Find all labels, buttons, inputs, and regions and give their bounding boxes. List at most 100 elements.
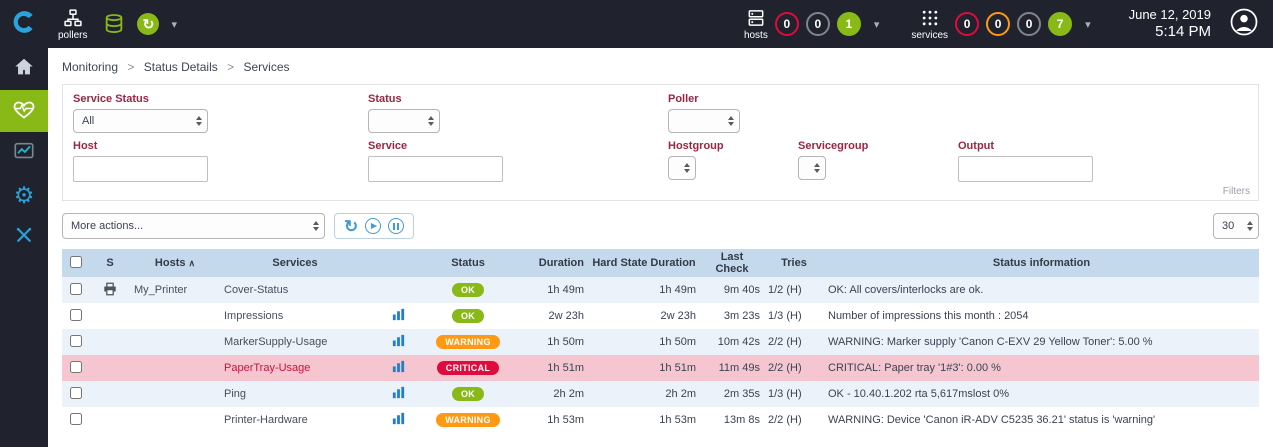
service-link[interactable]: Printer-Hardware <box>224 414 308 426</box>
services-ok-badge[interactable]: 7 <box>1048 12 1072 36</box>
graph-icon[interactable] <box>392 390 405 402</box>
last-check-cell: 10m 42s <box>700 329 764 355</box>
hosts-up-badge[interactable]: 1 <box>837 12 861 36</box>
service-status-value: All <box>82 115 94 127</box>
select-arrows-icon <box>313 221 319 231</box>
row-checkbox[interactable] <box>70 283 82 295</box>
hard-state-duration-cell: 1h 50m <box>588 329 700 355</box>
graph-icon[interactable] <box>392 338 405 350</box>
refresh-icon[interactable]: ↻ <box>344 218 358 235</box>
service-link[interactable]: PaperTray-Usage <box>224 362 310 374</box>
row-checkbox[interactable] <box>70 361 82 373</box>
poller-select[interactable] <box>668 109 740 133</box>
header-status[interactable]: Status <box>426 249 510 277</box>
table-row: MarkerSupply-Usage WARNING 1h 50m 1h 50m… <box>62 329 1259 355</box>
database-status-icon[interactable] <box>103 13 125 35</box>
chevron-down-icon[interactable]: ▾ <box>171 18 177 31</box>
row-checkbox[interactable] <box>70 387 82 399</box>
duration-cell: 2w 23h <box>510 303 588 329</box>
service-status-select[interactable]: All <box>73 109 208 133</box>
header-services[interactable]: Services <box>220 249 370 277</box>
service-link[interactable]: Ping <box>224 388 246 400</box>
current-date: June 12, 2019 <box>1129 7 1211 23</box>
poller-label: Poller <box>668 93 740 105</box>
service-table-body: My_Printer Cover-Status OK 1h 49m 1h 49m… <box>62 277 1259 433</box>
more-actions-select[interactable]: More actions... <box>62 213 325 239</box>
select-arrows-icon <box>196 116 202 126</box>
tries-cell: 1/3 (H) <box>764 381 824 407</box>
header-hosts-label: Hosts <box>155 257 186 269</box>
chevron-down-icon[interactable]: ▾ <box>874 18 880 31</box>
pause-icon[interactable] <box>388 218 404 234</box>
status-badge: WARNING <box>436 413 500 427</box>
pollers-menu[interactable]: pollers <box>58 8 87 41</box>
graph-icon[interactable] <box>392 364 405 376</box>
header-status-information[interactable]: Status information <box>824 249 1259 277</box>
page-size-value: 30 <box>1222 220 1234 232</box>
sidebar-item-reporting[interactable] <box>0 132 48 174</box>
service-link[interactable]: MarkerSupply-Usage <box>224 336 327 348</box>
row-checkbox[interactable] <box>70 335 82 347</box>
user-menu[interactable] <box>1229 7 1259 42</box>
service-link[interactable]: Impressions <box>224 310 283 322</box>
select-all-checkbox[interactable] <box>70 256 82 268</box>
servicegroup-select[interactable] <box>798 156 826 180</box>
services-critical-badge[interactable]: 0 <box>955 12 979 36</box>
hosts-unreachable-badge[interactable]: 0 <box>806 12 830 36</box>
sidebar-item-monitoring[interactable] <box>0 90 48 132</box>
graph-icon[interactable] <box>392 416 405 428</box>
status-badge: OK <box>452 387 484 401</box>
services-menu[interactable]: services <box>911 8 948 41</box>
status-information-cell: OK: All covers/interlocks are ok. <box>824 277 1259 303</box>
breadcrumb-status-details[interactable]: Status Details <box>144 60 218 74</box>
host-input[interactable] <box>73 156 208 182</box>
header-s[interactable]: S <box>90 249 130 277</box>
header-hard-state-duration[interactable]: Hard State Duration <box>588 249 700 277</box>
header-duration[interactable]: Duration <box>510 249 588 277</box>
page-size-select[interactable]: 30 <box>1213 213 1259 239</box>
breadcrumb-monitoring[interactable]: Monitoring <box>62 60 118 74</box>
host-link[interactable]: My_Printer <box>134 284 187 296</box>
tries-cell: 2/2 (H) <box>764 355 824 381</box>
last-check-cell: 11m 49s <box>700 355 764 381</box>
services-icon <box>920 8 940 28</box>
hostgroup-select[interactable] <box>668 156 696 180</box>
services-table: S Hosts∧ Services Status Duration Hard S… <box>62 249 1259 433</box>
sidebar-item-administration[interactable] <box>0 216 48 258</box>
status-badge: OK <box>452 309 484 323</box>
duration-cell: 1h 50m <box>510 329 588 355</box>
row-checkbox[interactable] <box>70 309 82 321</box>
header-tries[interactable]: Tries <box>764 249 824 277</box>
service-input[interactable] <box>368 156 503 182</box>
sidebar-item-configuration[interactable]: ⚙ <box>0 174 48 216</box>
heart-pulse-icon <box>12 97 36 126</box>
breadcrumb-services[interactable]: Services <box>243 60 289 74</box>
status-select[interactable] <box>368 109 440 133</box>
service-link[interactable]: Cover-Status <box>224 284 288 296</box>
sync-status-icon[interactable]: ↻ <box>137 13 159 35</box>
servicegroup-label: Servicegroup <box>798 140 958 152</box>
row-checkbox[interactable] <box>70 413 82 425</box>
services-warning-badge[interactable]: 0 <box>986 12 1010 36</box>
play-icon[interactable] <box>365 218 381 234</box>
breadcrumb-separator: > <box>127 60 134 74</box>
sidebar-item-home[interactable] <box>0 48 48 90</box>
output-input[interactable] <box>958 156 1093 182</box>
sidebar: ⚙ <box>0 48 48 447</box>
chart-icon <box>13 140 35 167</box>
duration-cell: 2h 2m <box>510 381 588 407</box>
header-last-check[interactable]: Last Check <box>700 249 764 277</box>
services-unknown-badge[interactable]: 0 <box>1017 12 1041 36</box>
select-arrows-icon <box>728 116 734 126</box>
graph-icon[interactable] <box>392 312 405 324</box>
pollers-label: pollers <box>58 30 87 41</box>
hard-state-duration-cell: 1h 53m <box>588 407 700 433</box>
chevron-down-icon[interactable]: ▾ <box>1085 18 1091 31</box>
hosts-status-group: hosts 0 0 1 ▾ <box>744 8 885 41</box>
header-hosts[interactable]: Hosts∧ <box>130 249 220 277</box>
hosts-menu[interactable]: hosts <box>744 8 768 41</box>
hosts-down-badge[interactable]: 0 <box>775 12 799 36</box>
duration-cell: 1h 49m <box>510 277 588 303</box>
centreon-logo[interactable] <box>0 0 48 48</box>
hosts-label: hosts <box>744 30 768 41</box>
